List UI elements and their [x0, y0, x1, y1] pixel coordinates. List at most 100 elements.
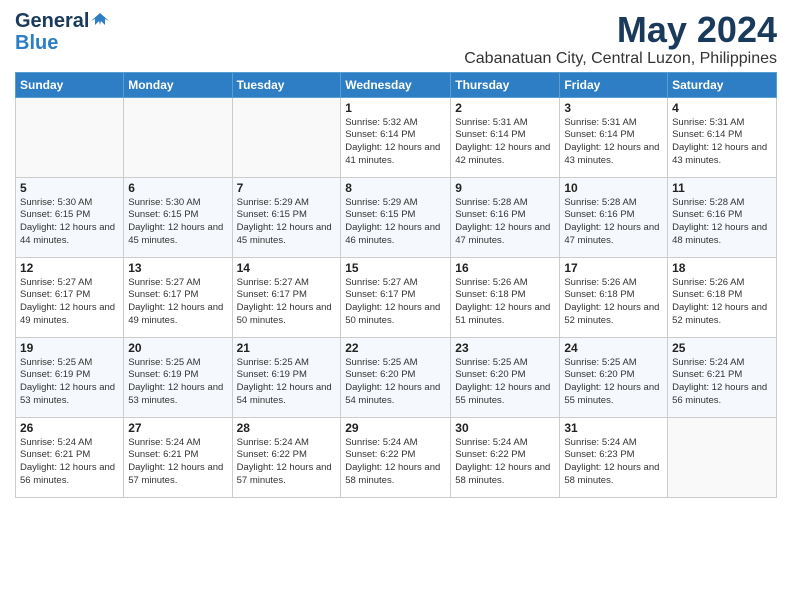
table-row: 8 Sunrise: 5:29 AM Sunset: 6:15 PM Daylig…	[341, 177, 451, 257]
table-row: 31 Sunrise: 5:24 AM Sunset: 6:23 PM Dayli…	[560, 417, 668, 497]
table-row: 20Sunrise: 5:25 AM Sunset: 6:19 PM Dayli…	[124, 337, 232, 417]
day-info: Sunrise: 5:32 AM Sunset: 6:14 PM Dayligh…	[345, 117, 446, 168]
day-info: Sunrise: 5:25 AM Sunset: 6:20 PM Dayligh…	[455, 357, 555, 408]
table-row: 19Sunrise: 5:25 AM Sunset: 6:19 PM Dayli…	[16, 337, 124, 417]
title-block: May 2024 Cabanatuan City, Central Luzon,…	[464, 10, 777, 68]
table-row: 16 Sunrise: 5:26 AM Sunset: 6:18 PM Dayli…	[451, 257, 560, 337]
table-row: 14 Sunrise: 5:27 AM Sunset: 6:17 PM Dayli…	[232, 257, 341, 337]
day-number: 28	[237, 421, 337, 435]
table-row: 22 Sunrise: 5:25 AM Sunset: 6:20 PM Dayli…	[341, 337, 451, 417]
week-row-4: 19 Sunrise: 5:25 AM Sunset: 6:19 PM Dayli…	[16, 337, 777, 417]
day-number: 16	[455, 261, 555, 275]
day-info: Sunrise: 5:27 AM Sunset: 6:17 PM Dayligh…	[20, 277, 119, 328]
day-number: 22	[345, 341, 446, 355]
day-info: Sunrise: 5:24 AM Sunset: 6:21 PM Dayligh…	[20, 437, 119, 488]
day-info: Sunrise: 5:28 AM Sunset: 6:16 PM Dayligh…	[672, 197, 772, 248]
table-row: 26 Sunrise: 5:24 AM Sunset: 6:21 PM Dayli…	[16, 417, 124, 497]
table-row: 1 Sunrise: 5:32 AM Sunset: 6:14 PM Daylig…	[341, 97, 451, 177]
day-info: Sunrise: 5:30 AM Sunset: 6:15 PM Dayligh…	[128, 197, 227, 248]
table-row: 27 Sunrise: 5:24 AM Sunset: 6:21 PM Dayli…	[124, 417, 232, 497]
day-info: Sunrise: 5:27 AM Sunset: 6:17 PM Dayligh…	[237, 277, 337, 328]
table-row: 5 Sunrise: 5:30 AM Sunset: 6:15 PM Daylig…	[16, 177, 124, 257]
day-number: 14	[237, 261, 337, 275]
day-number: 31	[564, 421, 663, 435]
day-number: 19	[20, 341, 119, 355]
day-info: Sunrise: 5:31 AM Sunset: 6:14 PM Dayligh…	[672, 117, 772, 168]
table-row: 28 Sunrise: 5:24 AM Sunset: 6:22 PM Dayli…	[232, 417, 341, 497]
day-info: Sunrise: 5:26 AM Sunset: 6:18 PM Dayligh…	[672, 277, 772, 328]
weekday-header-row: Sunday Monday Tuesday Wednesday Thursday…	[16, 72, 777, 97]
header-sunday: Sunday	[16, 72, 124, 97]
day-info: Sunrise: 5:27 AM Sunset: 6:17 PM Dayligh…	[345, 277, 446, 328]
day-info: Sunrise: 5:29 AM Sunset: 6:15 PM Dayligh…	[345, 197, 446, 248]
calendar-table: Sunday Monday Tuesday Wednesday Thursday…	[15, 72, 777, 498]
table-row: 21 Sunrise: 5:25 AM Sunset: 6:19 PM Dayli…	[232, 337, 341, 417]
table-row: 10 Sunrise: 5:28 AM Sunset: 6:16 PM Dayli…	[560, 177, 668, 257]
day-info: Sunrise: 5:25 AM Sunset: 6:19 PM Dayligh…	[237, 357, 337, 408]
table-row: 24 Sunrise: 5:25 AM Sunset: 6:20 PM Dayli…	[560, 337, 668, 417]
day-number: 27	[128, 421, 227, 435]
table-row: 12Sunrise: 5:27 AM Sunset: 6:17 PM Dayli…	[16, 257, 124, 337]
table-row: 11Sunrise: 5:28 AM Sunset: 6:16 PM Dayli…	[668, 177, 777, 257]
header-thursday: Thursday	[451, 72, 560, 97]
day-info: Sunrise: 5:24 AM Sunset: 6:22 PM Dayligh…	[345, 437, 446, 488]
day-info: Sunrise: 5:24 AM Sunset: 6:22 PM Dayligh…	[237, 437, 337, 488]
day-info: Sunrise: 5:28 AM Sunset: 6:16 PM Dayligh…	[564, 197, 663, 248]
table-row	[232, 97, 341, 177]
month-title: May 2024	[464, 10, 777, 50]
day-number: 25	[672, 341, 772, 355]
table-row: 23 Sunrise: 5:25 AM Sunset: 6:20 PM Dayli…	[451, 337, 560, 417]
table-row: 7 Sunrise: 5:29 AM Sunset: 6:15 PM Daylig…	[232, 177, 341, 257]
table-row	[668, 417, 777, 497]
header-saturday: Saturday	[668, 72, 777, 97]
week-row-3: 12Sunrise: 5:27 AM Sunset: 6:17 PM Dayli…	[16, 257, 777, 337]
day-info: Sunrise: 5:30 AM Sunset: 6:15 PM Dayligh…	[20, 197, 119, 248]
day-number: 30	[455, 421, 555, 435]
day-info: Sunrise: 5:24 AM Sunset: 6:22 PM Dayligh…	[455, 437, 555, 488]
logo-blue: Blue	[15, 32, 58, 54]
day-info: Sunrise: 5:26 AM Sunset: 6:18 PM Dayligh…	[455, 277, 555, 328]
table-row: 15Sunrise: 5:27 AM Sunset: 6:17 PM Dayli…	[341, 257, 451, 337]
day-info: Sunrise: 5:24 AM Sunset: 6:21 PM Dayligh…	[128, 437, 227, 488]
logo-general: General	[15, 10, 89, 32]
day-number: 21	[237, 341, 337, 355]
day-number: 10	[564, 181, 663, 195]
table-row	[124, 97, 232, 177]
day-number: 17	[564, 261, 663, 275]
table-row: 25Sunrise: 5:24 AM Sunset: 6:21 PM Dayli…	[668, 337, 777, 417]
day-number: 23	[455, 341, 555, 355]
table-row: 9 Sunrise: 5:28 AM Sunset: 6:16 PM Daylig…	[451, 177, 560, 257]
header-friday: Friday	[560, 72, 668, 97]
day-number: 1	[345, 101, 446, 115]
calendar-page: General Blue May 2024 Cabanatuan City, C…	[0, 0, 792, 612]
day-number: 24	[564, 341, 663, 355]
day-number: 20	[128, 341, 227, 355]
day-info: Sunrise: 5:28 AM Sunset: 6:16 PM Dayligh…	[455, 197, 555, 248]
page-header: General Blue May 2024 Cabanatuan City, C…	[15, 10, 777, 68]
day-number: 7	[237, 181, 337, 195]
day-number: 8	[345, 181, 446, 195]
day-number: 13	[128, 261, 227, 275]
day-number: 26	[20, 421, 119, 435]
week-row-1: 1 Sunrise: 5:32 AM Sunset: 6:14 PM Daylig…	[16, 97, 777, 177]
day-info: Sunrise: 5:31 AM Sunset: 6:14 PM Dayligh…	[564, 117, 663, 168]
day-number: 9	[455, 181, 555, 195]
day-number: 18	[672, 261, 772, 275]
week-row-5: 26 Sunrise: 5:24 AM Sunset: 6:21 PM Dayli…	[16, 417, 777, 497]
day-info: Sunrise: 5:29 AM Sunset: 6:15 PM Dayligh…	[237, 197, 337, 248]
day-info: Sunrise: 5:27 AM Sunset: 6:17 PM Dayligh…	[128, 277, 227, 328]
logo: General Blue	[15, 10, 109, 54]
table-row: 13 Sunrise: 5:27 AM Sunset: 6:17 PM Dayli…	[124, 257, 232, 337]
day-info: Sunrise: 5:26 AM Sunset: 6:18 PM Dayligh…	[564, 277, 663, 328]
day-info: Sunrise: 5:25 AM Sunset: 6:20 PM Dayligh…	[345, 357, 446, 408]
table-row: 2Sunrise: 5:31 AM Sunset: 6:14 PM Daylig…	[451, 97, 560, 177]
table-row: 17 Sunrise: 5:26 AM Sunset: 6:18 PM Dayli…	[560, 257, 668, 337]
day-info: Sunrise: 5:24 AM Sunset: 6:23 PM Dayligh…	[564, 437, 663, 488]
header-tuesday: Tuesday	[232, 72, 341, 97]
header-wednesday: Wednesday	[341, 72, 451, 97]
table-row: 29Sunrise: 5:24 AM Sunset: 6:22 PM Dayli…	[341, 417, 451, 497]
day-info: Sunrise: 5:25 AM Sunset: 6:20 PM Dayligh…	[564, 357, 663, 408]
location-title: Cabanatuan City, Central Luzon, Philippi…	[464, 50, 777, 68]
day-number: 5	[20, 181, 119, 195]
table-row: 3Sunrise: 5:31 AM Sunset: 6:14 PM Daylig…	[560, 97, 668, 177]
